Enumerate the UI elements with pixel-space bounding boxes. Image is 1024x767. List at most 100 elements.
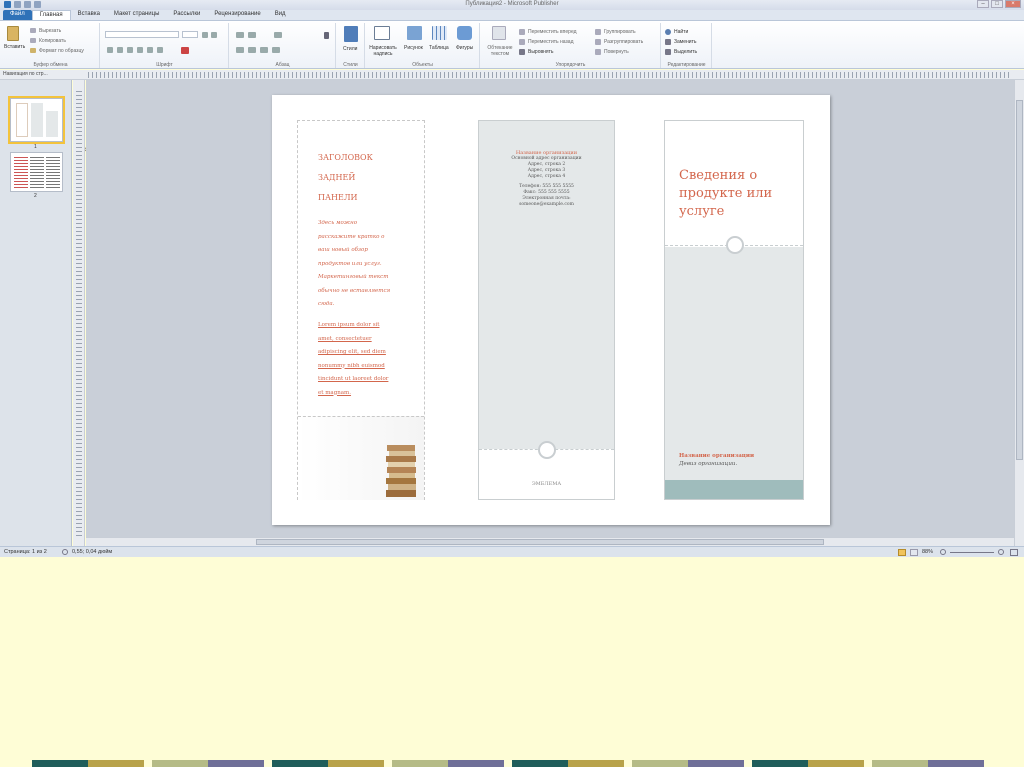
tab-insert[interactable]: Вставка [71,10,107,20]
back-panel-body-line[interactable]: сюда. [318,298,390,312]
back-panel-body-line[interactable]: Маркетинговый текст [318,271,390,285]
contact-address-line[interactable]: Адрес, строка 4 [479,174,614,180]
wrap-text-icon[interactable] [492,26,506,40]
contact-panel[interactable]: Название организации Основной адрес орга… [478,120,615,500]
group-button[interactable]: Группировать [604,29,636,35]
back-panel-body[interactable]: Здесь можно расскажите кратко о ваш новый … [318,217,390,312]
ungroup-button[interactable]: Разгруппировать [604,39,643,45]
paste-icon[interactable] [7,26,19,41]
back-panel-heading-line-3[interactable]: ПАНЕЛИ [318,193,358,202]
ungroup-icon[interactable] [595,39,601,45]
textbox-icon[interactable] [374,26,390,40]
tab-mailings[interactable]: Рассылки [166,10,207,20]
align-button[interactable]: Выровнять [528,49,554,55]
tab-view[interactable]: Вид [268,10,293,20]
maximize-button[interactable]: □ [991,0,1003,8]
back-panel-heading-line-1[interactable]: ЗАГОЛОВОК [318,153,373,162]
copy-button[interactable]: Копировать [39,38,66,44]
vertical-scroll-thumb[interactable] [1016,100,1023,460]
front-title-area[interactable]: Сведения о продукте или услуге [665,121,803,246]
table-button[interactable]: Таблица [429,45,449,51]
back-panel-lorem-line[interactable]: et magnam. [318,387,388,401]
two-page-view-icon[interactable] [910,549,918,556]
bold-icon[interactable] [107,47,113,53]
front-panel[interactable]: Сведения о продукте или услуге Название … [664,120,804,500]
find-icon[interactable] [665,29,671,35]
front-slogan[interactable]: Девиз организации. [679,461,737,467]
superscript-icon[interactable] [157,47,163,53]
copy-icon[interactable] [30,38,36,43]
front-title-line-3[interactable]: услуге [679,204,724,219]
zoom-out-icon[interactable] [940,549,946,555]
back-panel-heading-line-2[interactable]: ЗАДНЕЙ [318,173,355,182]
back-panel-body-line[interactable]: продуктов или услуг. [318,258,390,272]
send-backward-button[interactable]: Переместить назад [528,39,574,45]
back-panel-lorem-line[interactable]: adipiscing elit, sed diem [318,346,388,360]
underline-icon[interactable] [127,47,133,53]
bring-forward-icon[interactable] [519,29,525,35]
back-panel-lorem-line[interactable]: amet, consectetuer [318,333,388,347]
back-panel-body-line[interactable]: обычно не вставляется [318,285,390,299]
numbering-icon[interactable] [248,32,256,38]
select-icon[interactable] [665,49,671,55]
photo-frame[interactable] [298,416,424,500]
contact-detail-line[interactable]: someone@example.com [479,202,614,208]
justify-icon[interactable] [272,47,280,53]
find-button[interactable]: Найти [674,29,688,35]
pilcrow-icon[interactable] [324,32,329,39]
picture-icon[interactable] [407,26,422,40]
format-painter-icon[interactable] [30,48,36,53]
back-panel-body-line[interactable]: ваш новый обзор [318,244,390,258]
vertical-scrollbar[interactable] [1014,80,1024,546]
subscript-icon[interactable] [147,47,153,53]
send-backward-icon[interactable] [519,39,525,45]
fit-page-icon[interactable] [1010,549,1018,556]
font-name-field[interactable] [105,31,179,38]
align-center-icon[interactable] [248,47,256,53]
grow-font-icon[interactable] [202,32,208,38]
tab-home[interactable]: Главная [31,10,71,20]
front-title-line-1[interactable]: Сведения о [679,168,757,183]
zoom-slider[interactable] [950,552,994,553]
group-icon[interactable] [595,29,601,35]
replace-icon[interactable] [665,39,671,45]
rotate-icon[interactable] [595,49,601,55]
replace-button[interactable]: Заменить [674,39,696,45]
zoom-in-icon[interactable] [998,549,1004,555]
back-panel[interactable]: ЗАГОЛОВОК ЗАДНЕЙ ПАНЕЛИ Здесь можно расск… [297,120,425,500]
back-panel-body-line[interactable]: Здесь можно [318,217,390,231]
back-panel-body-line[interactable]: расскажите кратко о [318,231,390,245]
align-right-icon[interactable] [260,47,268,53]
page-thumbnail-1[interactable] [8,96,65,144]
tab-review[interactable]: Рецензирование [207,10,267,20]
indent-icon[interactable] [274,32,282,38]
minimize-button[interactable]: – [977,0,989,8]
format-painter-button[interactable]: Формат по образцу [39,48,84,54]
select-button[interactable]: Выделить [674,49,697,55]
contact-address[interactable]: Основной адрес организации Адрес, строка … [479,156,614,180]
vertical-ruler[interactable] [73,80,85,546]
italic-icon[interactable] [117,47,123,53]
shapes-button[interactable]: Фигуры [456,45,473,51]
wrap-text-button[interactable]: Обтекание текстом [483,45,517,57]
picture-button[interactable]: Рисунок [404,45,423,51]
cut-icon[interactable] [30,28,36,33]
bring-forward-button[interactable]: Переместить вперед [528,29,577,35]
styles-icon[interactable] [344,26,358,42]
rotate-button[interactable]: Повернуть [604,49,629,55]
shapes-icon[interactable] [457,26,472,40]
contact-details[interactable]: Телефон: 555 555 5555 Факс: 555 555 5555 Э… [479,184,614,208]
back-panel-lorem[interactable]: Lorem ipsum dolor sit amet, consectetuer a… [318,319,388,400]
page-status[interactable]: Страница: 1 из 2 [4,549,47,555]
cut-button[interactable]: Вырезать [39,28,61,34]
bullets-icon[interactable] [236,32,244,38]
paste-button[interactable]: Вставить [4,44,25,50]
shrink-font-icon[interactable] [211,32,217,38]
emblem-label[interactable]: ЭМБЛЕМА [479,481,614,487]
single-page-view-icon[interactable] [898,549,906,556]
horizontal-ruler[interactable]: Навигация по стр... [0,70,1024,80]
font-size-field[interactable] [182,31,198,38]
front-org-name[interactable]: Название организации [679,453,754,459]
table-icon[interactable] [432,26,447,40]
back-panel-lorem-line[interactable]: tincidunt ut laoreet dolor [318,373,388,387]
